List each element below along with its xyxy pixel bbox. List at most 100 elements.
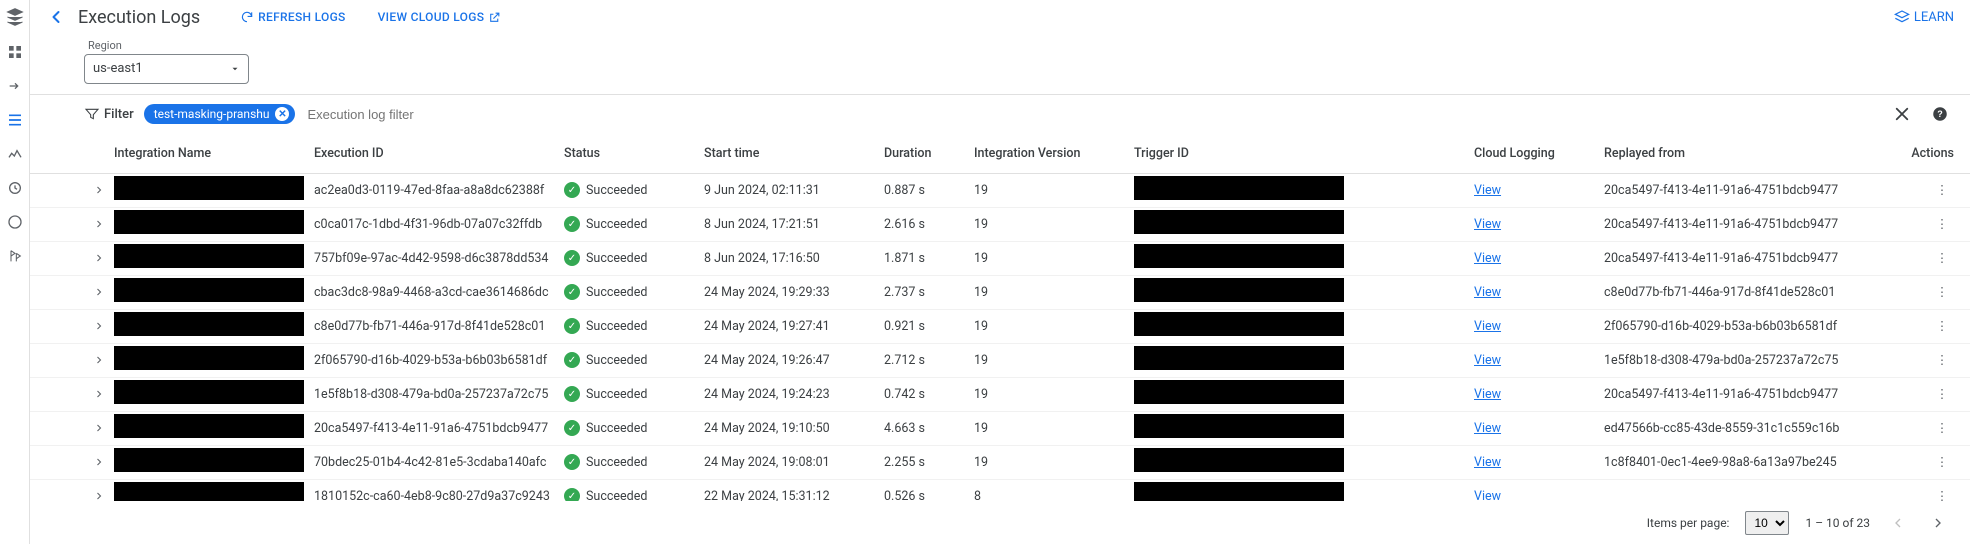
row-actions-menu[interactable]: ⋮	[1930, 454, 1954, 470]
integration-name-redacted	[114, 448, 304, 472]
nav-item-1[interactable]	[5, 42, 25, 62]
cloud-logging-view-link[interactable]: View	[1474, 285, 1501, 300]
expand-row-button[interactable]	[93, 388, 105, 400]
col-header-start-time[interactable]: Start time	[704, 146, 884, 161]
back-button[interactable]	[46, 7, 66, 27]
expand-row-button[interactable]	[93, 320, 105, 332]
status-text: Succeeded	[586, 353, 647, 368]
col-header-execution-id[interactable]: Execution ID	[314, 146, 564, 161]
nav-item-7[interactable]	[5, 246, 25, 266]
expand-row-button[interactable]	[93, 252, 105, 264]
cloud-logging-view-link[interactable]: View	[1474, 353, 1501, 368]
integration-name-redacted	[114, 210, 304, 234]
expand-row-button[interactable]	[93, 354, 105, 366]
region-selector-wrap: Region us-east1	[30, 35, 1970, 94]
start-time-cell: 24 May 2024, 19:29:33	[704, 285, 884, 300]
execution-id-cell: 70bdec25-01b4-4c42-81e5-3cdaba140afc	[314, 455, 564, 470]
trigger-id-redacted	[1134, 210, 1344, 234]
integration-version-cell: 19	[974, 421, 1134, 436]
cloud-logging-view-link[interactable]: View	[1474, 251, 1501, 266]
row-actions-menu[interactable]: ⋮	[1930, 420, 1954, 436]
trigger-id-redacted	[1134, 244, 1344, 268]
refresh-logs-button[interactable]: REFRESH LOGS	[240, 10, 345, 24]
integration-name-redacted	[114, 244, 304, 268]
row-actions-menu[interactable]: ⋮	[1930, 182, 1954, 198]
nav-item-4[interactable]	[5, 144, 25, 164]
filter-help-button[interactable]: ?	[1926, 100, 1954, 128]
filter-label: Filter	[104, 107, 134, 122]
nav-item-5[interactable]	[5, 178, 25, 198]
chevron-right-icon	[1930, 515, 1946, 531]
col-header-status[interactable]: Status	[564, 146, 704, 161]
row-actions-menu[interactable]: ⋮	[1930, 386, 1954, 402]
status-success-icon: ✓	[564, 182, 580, 198]
filter-input[interactable]	[305, 106, 1088, 123]
duration-cell: 2.712 s	[884, 353, 974, 368]
expand-row-button[interactable]	[93, 456, 105, 468]
expand-row-button[interactable]	[93, 490, 105, 501]
col-header-replayed-from[interactable]: Replayed from	[1604, 146, 1894, 161]
table-row: c0ca017c-1dbd-4f31-96db-07a07c32ffdb✓Suc…	[30, 208, 1970, 242]
col-header-integration-name[interactable]: Integration Name	[114, 146, 314, 161]
row-actions-menu[interactable]: ⋮	[1930, 284, 1954, 300]
nav-item-logs[interactable]	[5, 110, 25, 130]
expand-row-button[interactable]	[93, 422, 105, 434]
status-success-icon: ✓	[564, 352, 580, 368]
execution-id-cell: 757bf09e-97ac-4d42-9598-d6c3878dd534	[314, 251, 564, 266]
status-success-icon: ✓	[564, 284, 580, 300]
pagination-next[interactable]	[1926, 511, 1950, 535]
trigger-id-redacted	[1134, 380, 1344, 404]
chevron-right-icon	[93, 354, 105, 366]
duration-cell: 1.871 s	[884, 251, 974, 266]
pagination-prev[interactable]	[1886, 511, 1910, 535]
cloud-logging-view-link[interactable]: View	[1474, 387, 1501, 402]
cloud-logging-view-link[interactable]: View	[1474, 421, 1501, 436]
filter-chip[interactable]: test-masking-pranshu ✕	[144, 104, 296, 124]
integration-version-cell: 19	[974, 319, 1134, 334]
table-row: cbac3dc8-98a9-4468-a3cd-cae3614686dc✓Suc…	[30, 276, 1970, 310]
status-text: Succeeded	[586, 489, 647, 502]
status-text: Succeeded	[586, 455, 647, 470]
start-time-cell: 8 Jun 2024, 17:16:50	[704, 251, 884, 266]
col-header-integration-version[interactable]: Integration Version	[974, 146, 1134, 161]
row-actions-menu[interactable]: ⋮	[1930, 352, 1954, 368]
filter-icon	[84, 106, 100, 122]
integration-name-redacted	[114, 278, 304, 302]
cloud-logging-view-link[interactable]: View	[1474, 319, 1501, 334]
clear-filter-button[interactable]	[1888, 100, 1916, 128]
chevron-right-icon	[93, 490, 105, 501]
cloud-logging-view-link[interactable]: View	[1474, 489, 1501, 502]
view-cloud-logs-label: VIEW CLOUD LOGS	[378, 10, 485, 24]
col-header-duration[interactable]: Duration	[884, 146, 974, 161]
row-actions-menu[interactable]: ⋮	[1930, 488, 1954, 501]
nav-item-2[interactable]	[5, 76, 25, 96]
refresh-icon	[240, 10, 254, 24]
learn-button[interactable]: LEARN	[1894, 9, 1954, 25]
col-header-trigger-id[interactable]: Trigger ID	[1134, 146, 1474, 161]
expand-row-button[interactable]	[93, 184, 105, 196]
chevron-right-icon	[93, 218, 105, 230]
filter-chip-remove[interactable]: ✕	[275, 107, 289, 121]
status-text: Succeeded	[586, 421, 647, 436]
row-actions-menu[interactable]: ⋮	[1930, 250, 1954, 266]
status-success-icon: ✓	[564, 386, 580, 402]
col-header-cloud-logging[interactable]: Cloud Logging	[1474, 146, 1604, 161]
view-cloud-logs-button[interactable]: VIEW CLOUD LOGS	[378, 10, 502, 24]
items-per-page-select[interactable]: 10	[1745, 511, 1789, 535]
filter-chip-text: test-masking-pranshu	[154, 107, 270, 121]
row-actions-menu[interactable]: ⋮	[1930, 318, 1954, 334]
status-success-icon: ✓	[564, 318, 580, 334]
pagination-bar: Items per page: 10 1 – 10 of 23	[30, 501, 1970, 544]
expand-row-button[interactable]	[93, 218, 105, 230]
cloud-logging-view-link[interactable]: View	[1474, 217, 1501, 232]
status-success-icon: ✓	[564, 216, 580, 232]
table-row: 20ca5497-f413-4e11-91a6-4751bdcb9477✓Suc…	[30, 412, 1970, 446]
expand-row-button[interactable]	[93, 286, 105, 298]
region-select[interactable]: us-east1	[84, 54, 249, 84]
close-icon	[1893, 105, 1911, 123]
row-actions-menu[interactable]: ⋮	[1930, 216, 1954, 232]
nav-item-6[interactable]	[5, 212, 25, 232]
cloud-logging-view-link[interactable]: View	[1474, 455, 1501, 470]
execution-id-cell: 1810152c-ca60-4eb8-9c80-27d9a37c9243	[314, 489, 564, 502]
cloud-logging-view-link[interactable]: View	[1474, 183, 1501, 198]
